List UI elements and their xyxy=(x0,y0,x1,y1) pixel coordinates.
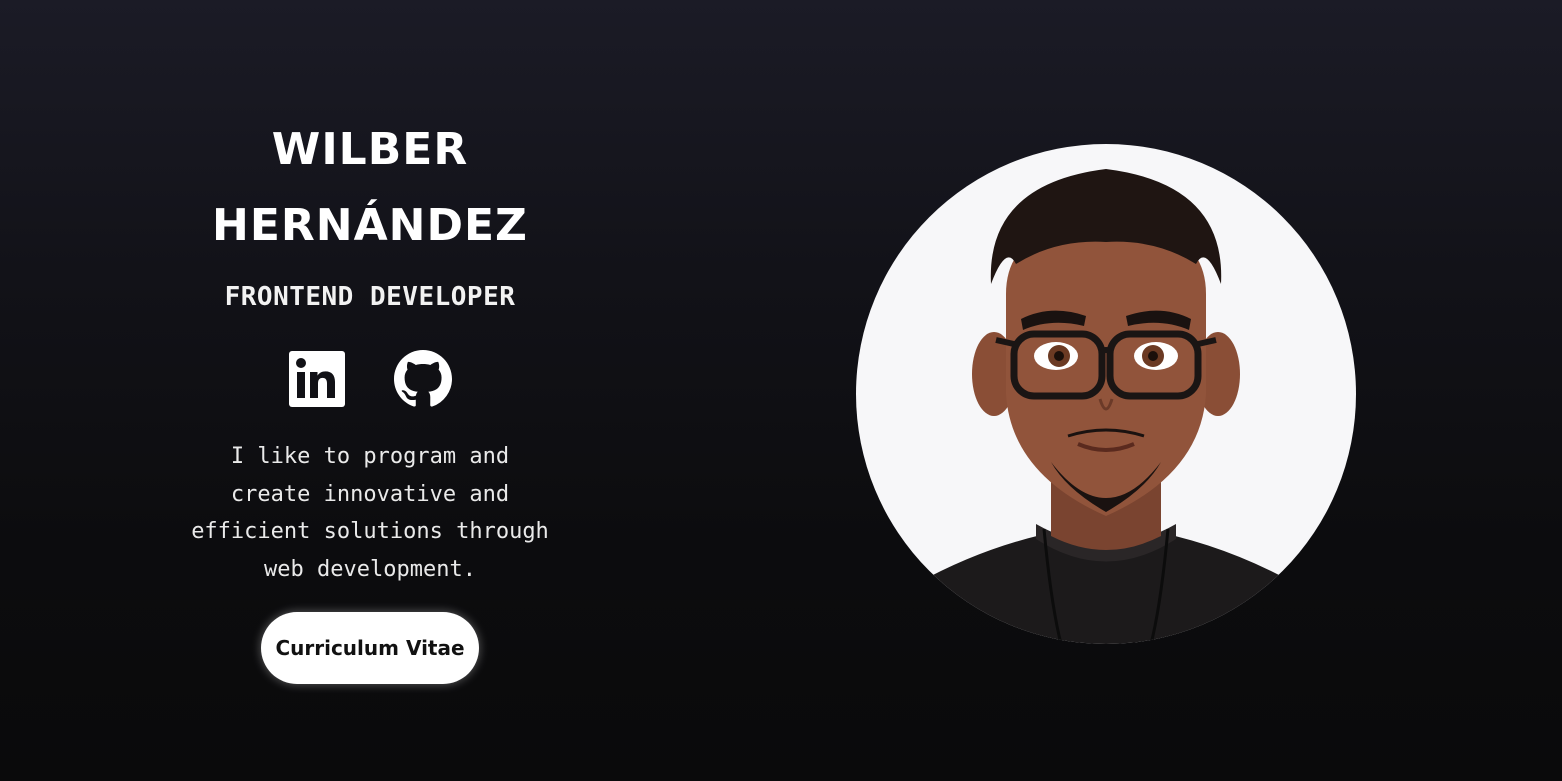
name-first: WILBER xyxy=(271,124,469,175)
avatar-illustration-icon xyxy=(856,144,1356,644)
intro-column: WILBER HERNÁNDEZ FRONTEND DEVELOPER I li… xyxy=(170,112,570,684)
github-icon xyxy=(394,350,452,407)
linkedin-icon xyxy=(289,351,345,407)
github-link[interactable] xyxy=(394,350,452,408)
bio-text: I like to program and create innovative … xyxy=(191,444,549,582)
name-last: HERNÁNDEZ xyxy=(212,200,528,251)
hero-section: WILBER HERNÁNDEZ FRONTEND DEVELOPER I li… xyxy=(0,0,1562,781)
social-links xyxy=(288,350,452,408)
linkedin-link[interactable] xyxy=(288,350,346,408)
page-title: WILBER HERNÁNDEZ xyxy=(200,112,540,264)
role-subtitle: FRONTEND DEVELOPER xyxy=(224,282,516,312)
curriculum-vitae-button[interactable]: Curriculum Vitae xyxy=(261,612,479,684)
avatar xyxy=(856,144,1356,644)
